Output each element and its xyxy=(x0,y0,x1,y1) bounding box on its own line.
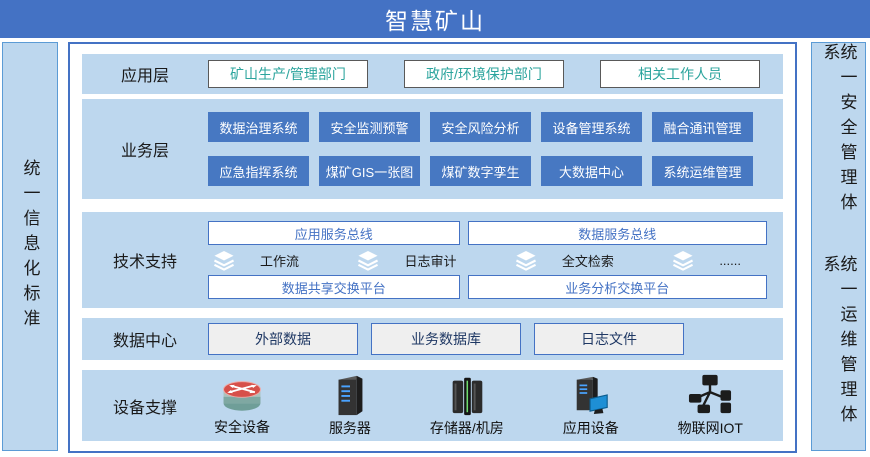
device-iot-label: 物联网IOT xyxy=(678,418,743,438)
device-security-label: 安全设备 xyxy=(214,417,270,437)
business-row-1: 数据治理系统 安全监测预警 安全风险分析 设备管理系统 融合通讯管理 xyxy=(208,112,753,142)
right-pillar-unified-systems: 统一安全管理体系 统一运维管理体系 xyxy=(811,42,866,451)
device-application-label: 应用设备 xyxy=(563,418,619,438)
middleware-more-label: ...... xyxy=(719,253,741,268)
iot-network-icon xyxy=(686,373,734,417)
layers-icon xyxy=(212,250,236,271)
device-application: 应用设备 xyxy=(563,373,619,438)
layer-business: 业务层 数据治理系统 安全监测预警 安全风险分析 设备管理系统 融合通讯管理 应… xyxy=(82,99,783,199)
biz-btn-risk-analysis: 安全风险分析 xyxy=(430,112,531,142)
device-storage-label: 存储器/机房 xyxy=(430,418,504,438)
biz-btn-system-ops: 系统运维管理 xyxy=(652,156,753,186)
main-panel: 应用层 矿山生产/管理部门 政府/环境保护部门 相关工作人员 业务层 数据治理系… xyxy=(68,42,797,453)
middleware-workflow: 工作流 xyxy=(212,250,299,271)
layers-icon xyxy=(671,250,695,271)
biz-btn-data-governance: 数据治理系统 xyxy=(208,112,309,142)
right-pillar-label-ops: 统一运维管理体系 xyxy=(822,255,856,451)
middleware-fulltext-search: 全文检索 xyxy=(514,250,614,271)
middleware-more: ...... xyxy=(671,250,741,271)
layer-data-center-label: 数据中心 xyxy=(82,327,208,351)
page-title: 智慧矿山 xyxy=(0,0,870,38)
device-iot: 物联网IOT xyxy=(678,373,743,438)
business-analysis-platform: 业务分析交换平台 xyxy=(468,275,767,299)
server-icon xyxy=(333,373,367,417)
left-pillar-label: 统一信息化标准 xyxy=(22,159,39,334)
middleware-log-audit: 日志审计 xyxy=(356,250,456,271)
middleware-row: 工作流 日志审计 xyxy=(208,250,767,271)
layer-application-content: 矿山生产/管理部门 政府/环境保护部门 相关工作人员 xyxy=(208,60,796,88)
data-box-business-db: 业务数据库 xyxy=(371,323,521,355)
device-storage: 存储器/机房 xyxy=(430,373,504,438)
biz-btn-big-data-center: 大数据中心 xyxy=(541,156,642,186)
device-security: 安全设备 xyxy=(214,374,270,437)
data-service-bus: 数据服务总线 xyxy=(468,221,767,245)
service-bus-row: 应用服务总线 数据服务总线 xyxy=(208,221,767,245)
layer-application: 应用层 矿山生产/管理部门 政府/环境保护部门 相关工作人员 xyxy=(82,54,783,94)
app-box-government-env: 政府/环境保护部门 xyxy=(404,60,564,88)
middleware-log-audit-label: 日志审计 xyxy=(404,251,456,270)
app-device-icon xyxy=(571,373,611,417)
exchange-platform-row: 数据共享交换平台 业务分析交换平台 xyxy=(208,275,767,299)
biz-btn-gis-map: 煤矿GIS一张图 xyxy=(319,156,420,186)
middleware-workflow-label: 工作流 xyxy=(260,251,299,270)
layer-tech-support-label: 技术支持 xyxy=(82,248,208,272)
layer-device-support: 设备支撑 安全设备 xyxy=(82,370,783,441)
device-server: 服务器 xyxy=(329,373,371,438)
app-box-related-staff: 相关工作人员 xyxy=(600,60,760,88)
device-server-label: 服务器 xyxy=(329,418,371,438)
data-box-log-files: 日志文件 xyxy=(534,323,684,355)
layer-device-support-label: 设备支撑 xyxy=(82,394,208,418)
biz-btn-emergency-command: 应急指挥系统 xyxy=(208,156,309,186)
layer-data-center-content: 外部数据 业务数据库 日志文件 xyxy=(208,323,783,355)
left-pillar-unified-info-standard: 统一信息化标准 xyxy=(2,42,58,451)
layer-tech-support: 技术支持 应用服务总线 数据服务总线 工作流 xyxy=(82,212,783,308)
right-pillar-label-security: 统一安全管理体系 xyxy=(822,43,856,239)
security-device-icon xyxy=(218,374,266,416)
smart-mine-diagram: 智慧矿山 统一信息化标准 统一安全管理体系 统一运维管理体系 应用层 矿山生产/… xyxy=(0,0,870,457)
layer-business-content: 数据治理系统 安全监测预警 安全风险分析 设备管理系统 融合通讯管理 应急指挥系… xyxy=(208,112,783,186)
layers-icon xyxy=(514,250,538,271)
layers-icon xyxy=(356,250,380,271)
data-sharing-platform: 数据共享交换平台 xyxy=(208,275,460,299)
layer-business-label: 业务层 xyxy=(82,137,208,161)
app-box-mine-production: 矿山生产/管理部门 xyxy=(208,60,368,88)
business-row-2: 应急指挥系统 煤矿GIS一张图 煤矿数字孪生 大数据中心 系统运维管理 xyxy=(208,156,753,186)
biz-btn-equipment-mgmt: 设备管理系统 xyxy=(541,112,642,142)
middleware-fulltext-search-label: 全文检索 xyxy=(562,251,614,270)
biz-btn-safety-monitoring: 安全监测预警 xyxy=(319,112,420,142)
biz-btn-digital-twin: 煤矿数字孪生 xyxy=(430,156,531,186)
storage-rack-icon xyxy=(447,373,487,417)
data-box-external-data: 外部数据 xyxy=(208,323,358,355)
app-service-bus: 应用服务总线 xyxy=(208,221,460,245)
biz-btn-comm-mgmt: 融合通讯管理 xyxy=(652,112,753,142)
layer-data-center: 数据中心 外部数据 业务数据库 日志文件 xyxy=(82,318,783,360)
layer-application-label: 应用层 xyxy=(82,62,208,86)
layer-tech-support-content: 应用服务总线 数据服务总线 工作流 xyxy=(208,212,783,308)
layer-device-support-content: 安全设备 服务器 xyxy=(208,373,783,438)
